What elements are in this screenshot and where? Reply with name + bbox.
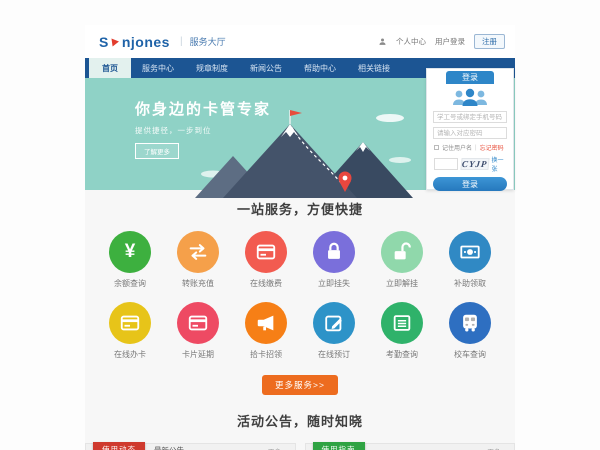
service-item-unlock[interactable]: 立即解挂 <box>373 231 431 289</box>
remember-label: 记住用户名 <box>442 143 472 152</box>
service-item-school-bus[interactable]: 校车查询 <box>441 302 499 360</box>
personal-center-link[interactable]: 个人中心 <box>396 36 426 47</box>
login-submit-button[interactable]: 登录 <box>433 177 507 191</box>
service-item-online-booking[interactable]: 在线预订 <box>305 302 363 360</box>
hero-cta-button[interactable]: 了解更多 <box>135 143 179 159</box>
service-item-card-extension[interactable]: 卡片延期 <box>169 302 227 360</box>
captcha-row: CYJP 换一张 <box>427 155 513 173</box>
captcha-input[interactable] <box>434 158 458 170</box>
service-item-lost-found[interactable]: 拾卡招领 <box>237 302 295 360</box>
service-item-report-loss[interactable]: 立即挂失 <box>305 231 363 289</box>
announcements-title: 活动公告，随时知晓 <box>85 395 515 430</box>
nav-item-help[interactable]: 帮助中心 <box>293 58 347 78</box>
register-button[interactable]: 注册 <box>474 34 505 49</box>
panel-guide: 使用指南 更多>> <box>305 443 516 450</box>
login-panel: 登录 记住用户名 | 忘记密码 CYJP 换一张 登录 <box>426 68 514 190</box>
logo-text-left: S <box>99 34 109 50</box>
panel-news-more-link[interactable]: 更多>> <box>268 446 289 450</box>
portal-page: S njones | 服务大厅 个人中心 用户登录 注册 首页 服务中心 规章制… <box>85 25 515 450</box>
tab-latest-announcements[interactable]: 最新公告 <box>154 445 184 450</box>
remember-separator: | <box>475 145 477 151</box>
services-row-1: ¥ 余额查询 转账充值 在线缴费 <box>85 231 515 289</box>
services-row-2: 在线办卡 卡片延期 拾卡招领 在线预订 <box>85 302 515 360</box>
forgot-password-link[interactable]: 忘记密码 <box>480 143 504 152</box>
ribbon-usage-news[interactable]: 使用动态 <box>93 442 145 450</box>
service-item-balance[interactable]: ¥ 余额查询 <box>101 231 159 289</box>
nav-item-service-center[interactable]: 服务中心 <box>131 58 185 78</box>
nav-item-links[interactable]: 相关链接 <box>347 58 401 78</box>
panel-guide-more-link[interactable]: 更多>> <box>487 446 508 450</box>
edit-icon <box>313 302 355 344</box>
top-menu: 个人中心 用户登录 注册 <box>378 34 505 49</box>
password-input[interactable] <box>433 127 507 139</box>
user-login-link[interactable]: 用户登录 <box>435 36 465 47</box>
page-canvas: S njones | 服务大厅 个人中心 用户登录 注册 首页 服务中心 规章制… <box>0 0 600 450</box>
yen-icon: ¥ <box>109 231 151 273</box>
bank-card-icon <box>177 302 219 344</box>
announcement-panels: 使用动态 最新公告 更多>> 使用指南 更多>> <box>85 443 515 450</box>
megaphone-icon <box>245 302 287 344</box>
banknote-icon <box>449 231 491 273</box>
remember-checkbox[interactable] <box>434 145 439 150</box>
user-icon <box>378 37 387 46</box>
username-input[interactable] <box>433 111 507 123</box>
bank-card-icon <box>245 231 287 273</box>
nav-item-home[interactable]: 首页 <box>89 58 131 78</box>
service-item-transfer[interactable]: 转账充值 <box>169 231 227 289</box>
logo-tagline: 服务大厅 <box>190 35 226 48</box>
service-item-attendance[interactable]: 考勤查询 <box>373 302 431 360</box>
service-item-subsidy[interactable]: 补助领取 <box>441 231 499 289</box>
more-services-button[interactable]: 更多服务>> <box>262 375 338 395</box>
transfer-arrows-icon <box>177 231 219 273</box>
captcha-image[interactable]: CYJP <box>460 158 489 170</box>
nav-item-rules[interactable]: 规章制度 <box>185 58 239 78</box>
login-tab[interactable]: 登录 <box>446 71 494 84</box>
bank-card-icon <box>109 302 151 344</box>
users-group-icon <box>451 88 489 108</box>
remember-row: 记住用户名 | 忘记密码 <box>427 143 513 152</box>
lock-icon <box>313 231 355 273</box>
panel-news: 使用动态 最新公告 更多>> <box>85 443 296 450</box>
hero-copy: 你身边的卡管专家 提供捷径，一步到位 了解更多 <box>135 98 271 159</box>
bus-icon <box>449 302 491 344</box>
schedule-icon <box>381 302 423 344</box>
service-item-apply-card[interactable]: 在线办卡 <box>101 302 159 360</box>
captcha-refresh-link[interactable]: 换一张 <box>492 155 507 173</box>
panel-guide-header: 使用指南 更多>> <box>305 443 516 450</box>
service-item-pay[interactable]: 在线缴费 <box>237 231 295 289</box>
top-bar: S njones | 服务大厅 个人中心 用户登录 注册 <box>85 25 515 58</box>
hero-subtitle: 提供捷径，一步到位 <box>135 125 271 136</box>
logo[interactable]: S njones | 服务大厅 <box>99 34 226 50</box>
nav-item-news[interactable]: 新闻公告 <box>239 58 293 78</box>
logo-divider: | <box>180 36 183 47</box>
lower-sections: 一站服务，方便快捷 ¥ 余额查询 转账充值 在线缴费 <box>85 190 515 450</box>
ribbon-usage-guide[interactable]: 使用指南 <box>313 442 365 450</box>
panel-news-header: 使用动态 最新公告 更多>> <box>85 443 296 450</box>
hero-title: 你身边的卡管专家 <box>135 98 271 119</box>
logo-arrow-icon <box>111 37 119 46</box>
logo-text-right: njones <box>122 34 170 50</box>
hero-banner: 你身边的卡管专家 提供捷径，一步到位 了解更多 登录 <box>85 78 515 190</box>
unlock-icon <box>381 231 423 273</box>
